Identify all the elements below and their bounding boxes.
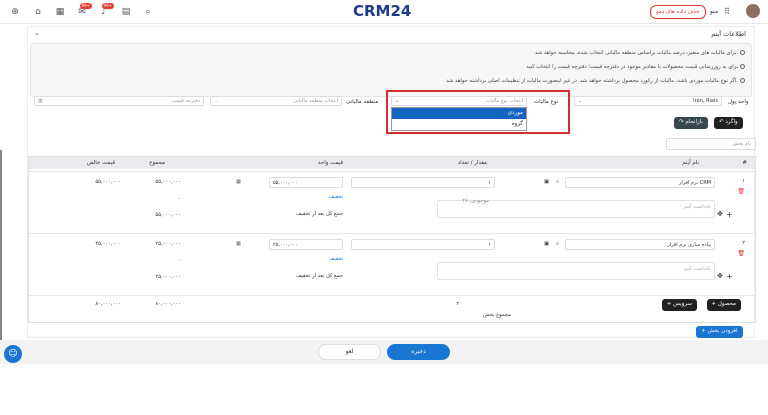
- chat-icon[interactable]: ✉ 99+: [76, 3, 92, 18]
- clipboard-icon[interactable]: ▤: [120, 6, 132, 18]
- page-bottom: [0, 364, 768, 415]
- row-discount: ۰: [178, 258, 181, 264]
- row-number: ۲: [742, 240, 745, 246]
- calculator-icon[interactable]: ▦: [236, 179, 241, 185]
- cancel-button[interactable]: لغو: [318, 344, 381, 360]
- col-total: مجموع: [149, 160, 165, 166]
- tax-region-select[interactable]: ⌄ انتخاب منطقه مالیاتی: [210, 96, 342, 106]
- quantity-input[interactable]: ۱: [351, 239, 495, 250]
- info-icon: [740, 64, 745, 69]
- section-net: ۸۰,۰۰۰,۰۰۰: [95, 301, 121, 307]
- chat-badge: 99+: [79, 3, 92, 9]
- delete-demo-data-button[interactable]: حذف داده های دمو: [650, 5, 706, 19]
- price-book-select[interactable]: ▥ دفترچه قیمت: [34, 96, 204, 106]
- book-icon: ▥: [38, 98, 43, 104]
- items-table: # نام آیتم مقدار / تعداد قیمت واحد مجموع…: [28, 156, 756, 323]
- support-chat-icon[interactable]: ☺: [4, 345, 22, 363]
- avatar[interactable]: [746, 4, 760, 18]
- search-icon[interactable]: ⌕: [556, 241, 559, 248]
- col-item-name: نام آیتم: [682, 160, 699, 166]
- search-icon[interactable]: ⌕: [556, 179, 559, 186]
- quantity-input[interactable]: ۱: [351, 177, 495, 188]
- section-name-input[interactable]: نام بخش: [666, 138, 756, 150]
- bell-icon[interactable]: ♪ 99+: [98, 3, 114, 18]
- unit-price-input[interactable]: ۵۵,۰۰۰,۰۰۰: [269, 177, 343, 188]
- calculator-icon[interactable]: ▦: [236, 241, 241, 247]
- app-logo: CRM24: [353, 2, 412, 20]
- info-icon: [740, 78, 745, 83]
- row-discount: ۰: [178, 196, 181, 202]
- stock-label: موجودی: ۲۶: [462, 198, 489, 204]
- calendar-icon[interactable]: ▦: [54, 6, 66, 18]
- move-icon[interactable]: ✥: [717, 272, 723, 280]
- summary-row: + محصول + سرویس مجموع بخش ۲ ۸۰,۰۰۰,۰۰۰ ۸…: [29, 295, 755, 323]
- section-total-label: مجموع بخش: [483, 312, 511, 318]
- redo-button[interactable]: ↷ بازانجام: [674, 117, 708, 129]
- currency-label: واحد پول: [728, 99, 749, 105]
- item-name-input[interactable]: نرم افزار CRM: [565, 177, 715, 188]
- top-bar: ⊕ ⌂ ▦ ✉ 99+ ♪ 99+ ▤ ⌕ CRM24 حذف داده های د…: [0, 0, 768, 24]
- undo-button[interactable]: ↶ واگرد: [714, 117, 743, 129]
- section-item-count: ۲: [456, 301, 459, 307]
- after-discount-label: جمع کل بعد از تخفیف: [296, 211, 343, 217]
- item-note-field[interactable]: یادداشت آیتم: [437, 262, 715, 280]
- table-row: ۲ 🗑 + ✥ پیاده سازی نرم افزار ⌕ ▣ یادداشت…: [29, 233, 755, 295]
- row-number: ۱: [742, 178, 745, 184]
- row-net: ۵۵,۰۰۰,۰۰۰: [95, 179, 121, 185]
- plus-icon[interactable]: +: [726, 272, 733, 281]
- trash-icon[interactable]: 🗑: [737, 188, 745, 195]
- chevron-down-icon[interactable]: ⌄: [34, 29, 40, 37]
- tax-option-item[interactable]: موردی: [392, 108, 526, 119]
- currency-select[interactable]: ⌄ Iran, Rials: [574, 96, 722, 106]
- plus-circle-icon[interactable]: ⊕: [9, 6, 21, 18]
- discount-link[interactable]: تخفیف: [329, 194, 343, 200]
- search-icon[interactable]: ⌕: [142, 6, 154, 18]
- table-row: ۱ 🗑 + ✥ نرم افزار CRM ⌕ ▣ یادداشت آیتم ۱…: [29, 171, 755, 233]
- image-icon[interactable]: ▣: [544, 179, 549, 185]
- add-section-button[interactable]: + افزودن بخش: [696, 326, 743, 338]
- after-discount-label: جمع کل بعد از تخفیف: [296, 273, 343, 279]
- col-net-price: قیمت خالص: [86, 160, 115, 166]
- section-total: ۸۰,۰۰۰,۰۰۰: [155, 301, 181, 307]
- tax-region-label: منطقه مالیاتی: [346, 99, 379, 105]
- info-box: برای مالیات های متغیر، درصد مالیات براسا…: [30, 43, 752, 97]
- notification-badge: 99+: [101, 3, 114, 9]
- add-service-button[interactable]: + سرویس: [661, 299, 697, 311]
- save-button[interactable]: ذخیره: [387, 344, 450, 360]
- home-icon[interactable]: ⌂: [32, 6, 44, 18]
- tax-option-group[interactable]: گروه: [392, 119, 526, 130]
- panel-title: اطلاعات آیتم: [711, 30, 746, 38]
- tax-type-dropdown[interactable]: موردی گروه: [391, 107, 527, 131]
- trash-icon[interactable]: 🗑: [737, 250, 745, 257]
- apps-grid-icon[interactable]: ⠿: [724, 7, 730, 16]
- col-number: #: [742, 160, 747, 166]
- row-net: ۲۵,۰۰۰,۰۰۰: [95, 241, 121, 247]
- add-product-button[interactable]: + محصول: [706, 299, 741, 311]
- move-icon[interactable]: ✥: [717, 210, 723, 218]
- menu-label[interactable]: منو: [710, 8, 718, 15]
- row-total-after: ۲۵,۰۰۰,۰۰۰: [155, 274, 181, 280]
- left-edge-bar: [0, 150, 2, 360]
- col-quantity: مقدار / تعداد: [457, 160, 487, 166]
- info-line: برای به روزرسانی قیمت محصولات با مقادیر …: [526, 64, 745, 70]
- info-icon: [740, 50, 745, 55]
- plus-icon[interactable]: +: [726, 210, 733, 219]
- info-line: برای مالیات های متغیر، درصد مالیات براسا…: [535, 50, 745, 56]
- image-icon[interactable]: ▣: [544, 241, 549, 247]
- row-total: ۲۵,۰۰۰,۰۰۰: [155, 241, 181, 247]
- info-line: اگر نوع مالیات موردی باشد، مالیات از رکو…: [446, 78, 745, 84]
- row-total-after: ۵۵,۰۰۰,۰۰۰: [155, 212, 181, 218]
- col-unit-price: قیمت واحد: [317, 160, 343, 166]
- discount-link[interactable]: تخفیف: [329, 256, 343, 262]
- item-name-input[interactable]: پیاده سازی نرم افزار: [565, 239, 715, 250]
- footer-bar: [0, 340, 768, 364]
- unit-price-input[interactable]: ۲۵,۰۰۰,۰۰۰: [269, 239, 343, 250]
- table-header: # نام آیتم مقدار / تعداد قیمت واحد مجموع…: [29, 157, 755, 169]
- row-total: ۵۵,۰۰۰,۰۰۰: [155, 179, 181, 185]
